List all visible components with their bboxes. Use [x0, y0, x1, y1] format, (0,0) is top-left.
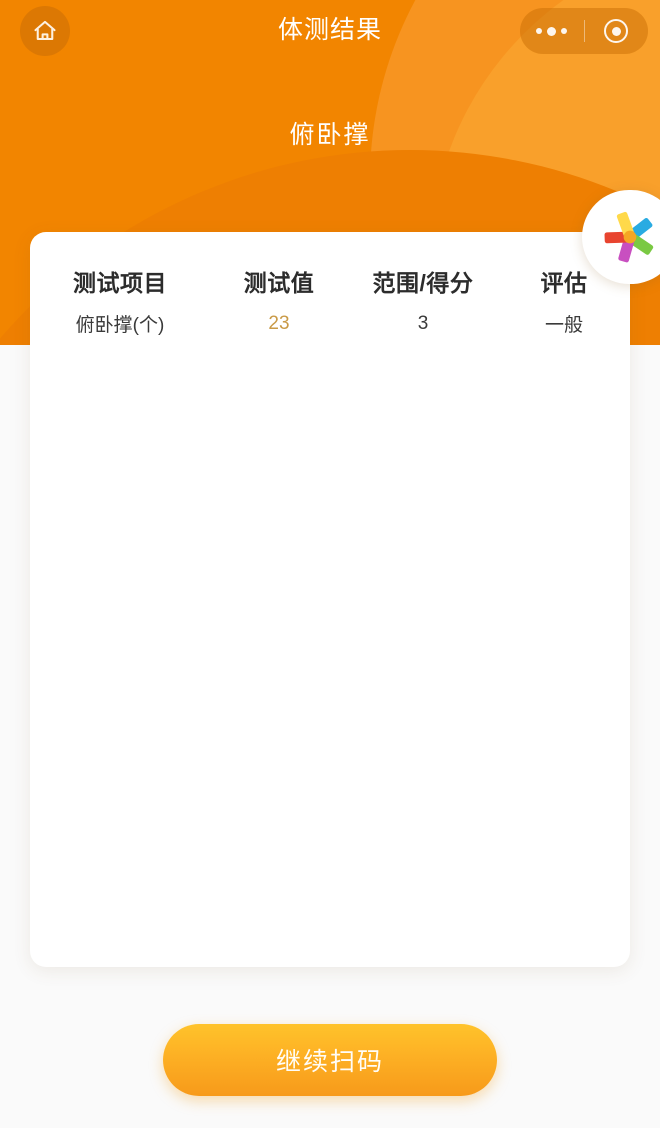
result-card: 测试项目 测试值 范围/得分 评估 俯卧撑(个) 23 3 一般	[30, 232, 630, 967]
more-dots-icon[interactable]	[520, 26, 584, 36]
column-header-value: 测试值	[243, 270, 315, 296]
column-header-item: 测试项目	[73, 270, 167, 296]
app-screen: 体测结果 俯卧撑 测试项目 测试值 范围/得分 评估 俯卧撑(个) 23 3 一…	[0, 0, 660, 1128]
table-row: 俯卧撑(个) 23 3 一般	[30, 304, 630, 347]
cell-range-score: 3	[417, 312, 429, 334]
cell-item: 俯卧撑(个)	[75, 315, 165, 336]
test-name-subtitle: 俯卧撑	[289, 121, 371, 149]
navigation-bar: 体测结果	[0, 0, 660, 62]
cell-value: 23	[268, 312, 290, 334]
table-header-row: 测试项目 测试值 范围/得分 评估	[30, 232, 630, 304]
target-dot	[611, 26, 621, 36]
target-circle-icon[interactable]	[585, 19, 649, 43]
wechat-capsule-menu[interactable]	[520, 8, 648, 54]
target-ring	[604, 19, 629, 43]
pinwheel-blocks-icon	[601, 208, 659, 266]
column-header-range-score: 范围/得分	[372, 270, 474, 296]
result-table: 测试项目 测试值 范围/得分 评估 俯卧撑(个) 23 3 一般	[30, 232, 630, 347]
cell-assessment: 一般	[544, 315, 583, 336]
table-body: 俯卧撑(个) 23 3 一般	[30, 304, 630, 347]
continue-scan-button[interactable]: 继续扫码	[163, 1024, 497, 1096]
table-header: 测试项目 测试值 范围/得分 评估	[30, 232, 630, 304]
